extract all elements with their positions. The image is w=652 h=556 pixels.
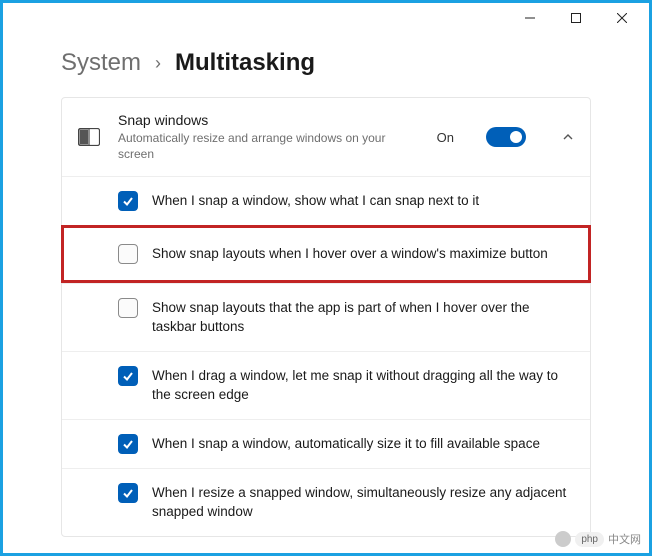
option-checkbox[interactable] xyxy=(118,434,138,454)
snap-windows-icon xyxy=(78,128,100,146)
option-row: When I snap a window, automatically size… xyxy=(62,419,590,468)
checkmark-icon xyxy=(122,487,134,499)
header-title: Snap windows xyxy=(118,112,419,128)
content-area: Snap windows Automatically resize and ar… xyxy=(3,97,649,537)
option-checkbox[interactable] xyxy=(118,298,138,318)
option-label: When I snap a window, automatically size… xyxy=(152,434,540,454)
breadcrumb-parent[interactable]: System xyxy=(61,49,141,77)
header-text: Snap windows Automatically resize and ar… xyxy=(118,112,419,162)
snap-windows-toggle[interactable] xyxy=(486,127,526,147)
titlebar xyxy=(3,3,649,33)
maximize-icon xyxy=(571,13,581,23)
option-label: When I drag a window, let me snap it wit… xyxy=(152,366,574,405)
options-list: When I snap a window, show what I can sn… xyxy=(62,176,590,535)
breadcrumb: System › Multitasking xyxy=(3,33,649,97)
watermark-text: 中文网 xyxy=(608,531,641,547)
watermark-logo xyxy=(555,531,571,547)
option-row: When I resize a snapped window, simultan… xyxy=(62,468,590,536)
toggle-knob xyxy=(510,131,522,143)
option-row: Show snap layouts that the app is part o… xyxy=(62,283,590,351)
watermark: php 中文网 xyxy=(555,531,641,547)
option-label: Show snap layouts that the app is part o… xyxy=(152,298,574,337)
option-checkbox[interactable] xyxy=(118,191,138,211)
option-checkbox[interactable] xyxy=(118,244,138,264)
checkmark-icon xyxy=(122,195,134,207)
option-row: When I drag a window, let me snap it wit… xyxy=(62,351,590,419)
chevron-right-icon: › xyxy=(155,53,161,74)
breadcrumb-current: Multitasking xyxy=(175,49,315,77)
checkmark-icon xyxy=(122,370,134,382)
minimize-button[interactable] xyxy=(507,3,553,33)
header-description: Automatically resize and arrange windows… xyxy=(118,130,419,162)
window-frame: System › Multitasking Snap windows Autom… xyxy=(0,0,652,556)
chevron-up-icon xyxy=(562,131,574,143)
close-button[interactable] xyxy=(599,3,645,33)
close-icon xyxy=(617,13,627,23)
option-checkbox[interactable] xyxy=(118,483,138,503)
option-label: Show snap layouts when I hover over a wi… xyxy=(152,244,548,264)
watermark-badge: php xyxy=(575,532,604,547)
option-checkbox[interactable] xyxy=(118,366,138,386)
minimize-icon xyxy=(525,13,535,23)
toggle-state-label: On xyxy=(437,130,454,145)
option-row: Show snap layouts when I hover over a wi… xyxy=(61,225,591,283)
option-label: When I resize a snapped window, simultan… xyxy=(152,483,574,522)
option-row: When I snap a window, show what I can sn… xyxy=(62,176,590,225)
checkmark-icon xyxy=(122,438,134,450)
maximize-button[interactable] xyxy=(553,3,599,33)
option-label: When I snap a window, show what I can sn… xyxy=(152,191,479,211)
snap-windows-header[interactable]: Snap windows Automatically resize and ar… xyxy=(62,98,590,176)
snap-windows-card: Snap windows Automatically resize and ar… xyxy=(61,97,591,537)
